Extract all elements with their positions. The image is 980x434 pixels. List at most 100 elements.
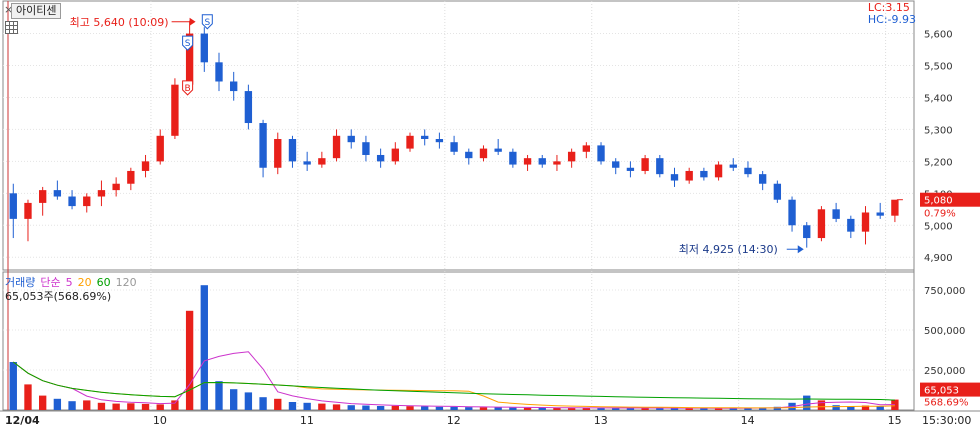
- volume-bar: [362, 405, 370, 410]
- volume-bar: [112, 403, 120, 410]
- volume-bar: [83, 400, 91, 410]
- low-annotation: 최저 4,925 (14:30): [679, 243, 778, 256]
- candle-body: [435, 139, 444, 143]
- volume-tick-label: 750,000: [924, 286, 965, 297]
- candle-body: [127, 170, 135, 184]
- candle-body: [68, 196, 76, 207]
- candle-body: [112, 183, 120, 191]
- volume-bar: [832, 405, 840, 410]
- volume-bar: [215, 381, 223, 410]
- candle-body: [274, 139, 282, 168]
- volume-bar: [450, 406, 458, 410]
- last-price-label: 5,080: [924, 196, 953, 207]
- volume-bar: [406, 406, 414, 410]
- candle-body: [847, 218, 855, 232]
- volume-bar: [465, 407, 473, 410]
- volume-bar: [97, 402, 106, 410]
- buy-marker: B: [185, 84, 191, 94]
- x-tick-label: 15: [888, 414, 902, 427]
- volume-bar: [435, 406, 444, 410]
- candle-body: [597, 145, 605, 162]
- volume-bar: [318, 403, 326, 410]
- volume-bar: [303, 402, 311, 410]
- high-arrow-head: [189, 17, 196, 26]
- candle-body: [509, 151, 517, 165]
- volume-bar: [156, 404, 164, 410]
- volume-bar: [509, 407, 517, 410]
- x-tick-label: 12: [447, 414, 461, 427]
- candle-body: [494, 148, 502, 152]
- price-tick-label: 5,200: [924, 157, 953, 168]
- volume-tick-label: 250,000: [924, 366, 965, 377]
- volume-bar: [127, 403, 135, 410]
- volume-bar: [479, 407, 488, 410]
- high-annotation: 최고 5,640 (10:09): [70, 16, 169, 29]
- candle-body: [612, 161, 620, 168]
- candle-body: [318, 158, 326, 165]
- candle-body: [626, 167, 635, 171]
- volume-bar: [817, 400, 826, 410]
- candle-body: [685, 170, 693, 181]
- candle-body: [861, 212, 870, 232]
- candle-body: [303, 161, 311, 165]
- volume-tick-label: 500,000: [924, 326, 965, 337]
- volume-bar: [288, 402, 297, 410]
- last-change-label: 0.79%: [924, 209, 956, 220]
- candle-body: [156, 135, 164, 162]
- volume-bar: [244, 392, 253, 410]
- ma-type: 단순: [40, 276, 61, 289]
- x-tick-label: 13: [594, 414, 608, 427]
- candle-body: [288, 139, 297, 162]
- candle-body: [259, 123, 267, 168]
- candle-body: [670, 174, 679, 181]
- candle-body: [553, 161, 561, 165]
- candle-body: [700, 170, 708, 178]
- volume-bar: [38, 395, 47, 410]
- candle-body: [362, 142, 370, 155]
- volume-bar: [185, 310, 194, 410]
- candle-body: [376, 154, 385, 162]
- volume-bar: [332, 404, 341, 410]
- candle-body: [200, 33, 208, 63]
- ma60-label: 60: [96, 276, 111, 289]
- price-panel-frame: [2, 0, 915, 271]
- volume-bar: [347, 405, 355, 410]
- volume-legend: 거래량 단순 5 20 60 120: [5, 276, 142, 289]
- current-volume: 65,053주(568.69%): [5, 290, 112, 303]
- volume-bar: [274, 398, 282, 410]
- candle-body: [83, 196, 91, 207]
- volume-bar: [141, 403, 150, 410]
- price-tick-label: 5,300: [924, 125, 953, 136]
- volume-bar: [567, 408, 576, 410]
- candle-body: [744, 167, 752, 175]
- candle-body: [24, 202, 32, 219]
- stock-name-tab[interactable]: 아이티센: [11, 3, 62, 19]
- candle-body: [406, 135, 414, 149]
- volume-bar: [523, 407, 532, 410]
- hc-value: HC:-9.93: [867, 13, 916, 26]
- price-tick-label: 5,000: [924, 221, 953, 232]
- candle-body: [332, 135, 341, 159]
- ma20-line: [12, 361, 895, 409]
- low-arrow-head: [797, 245, 804, 254]
- volume-title: 거래량: [5, 276, 36, 289]
- candle-body: [803, 225, 811, 239]
- candle-body: [758, 174, 767, 184]
- candle-body: [244, 91, 253, 124]
- volume-bar: [700, 408, 708, 410]
- table-view-icon[interactable]: [5, 21, 18, 34]
- volume-bar: [171, 400, 179, 410]
- sell-marker-top: S: [204, 18, 210, 28]
- last-volume-ratio: 568.69%: [924, 398, 969, 409]
- chart-svg: 4,9005,0005,1005,2005,3005,4005,5005,600…: [0, 0, 980, 427]
- candle-body: [38, 190, 47, 203]
- volume-bar: [53, 398, 62, 410]
- volume-bar: [494, 407, 502, 410]
- candle-body: [729, 164, 737, 168]
- volume-bar: [376, 406, 385, 410]
- candle-body: [641, 158, 649, 171]
- volume-bar: [200, 285, 208, 410]
- candle-body: [523, 158, 532, 165]
- lc-hc-indicator: LC:3.15 HC:-9.93: [868, 2, 916, 26]
- price-tick-label: 4,900: [924, 253, 953, 264]
